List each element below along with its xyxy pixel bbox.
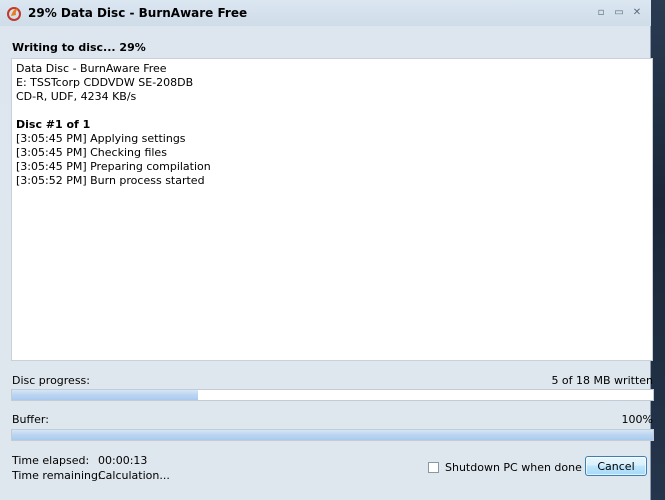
- log-panel[interactable]: Data Disc - BurnAware Free E: TSSTcorp C…: [11, 58, 653, 361]
- log-line-disc-heading: Disc #1 of 1: [16, 118, 91, 131]
- restore-icon[interactable]: ▭: [613, 7, 625, 18]
- disc-progress-bar: [11, 389, 654, 401]
- burn-progress-window: 29% Data Disc - BurnAware Free ▫ ▭ ✕ Wri…: [0, 0, 654, 500]
- shutdown-option[interactable]: Shutdown PC when done: [428, 461, 582, 474]
- log-line: E: TSSTcorp CDDVDW SE-208DB: [16, 76, 194, 89]
- buffer-percent: 100%: [621, 413, 653, 426]
- log-line: [3:05:45 PM] Checking files: [16, 146, 167, 159]
- close-icon[interactable]: ✕: [631, 7, 643, 18]
- disc-progress-fill: [12, 390, 198, 400]
- burnaware-flame-icon: [6, 5, 22, 21]
- buffer-progress-bar: [11, 429, 654, 441]
- buffer-label: Buffer:: [12, 413, 49, 426]
- disc-progress-label: Disc progress:: [12, 374, 90, 387]
- time-remaining-label: Time remaining:: [12, 469, 102, 482]
- log-line: [3:05:45 PM] Preparing compilation: [16, 160, 211, 173]
- log-line: [3:05:52 PM] Burn process started: [16, 174, 205, 187]
- cancel-button[interactable]: Cancel: [585, 456, 647, 476]
- time-remaining-value: Calculation...: [98, 469, 170, 482]
- status-heading: Writing to disc... 29%: [12, 41, 146, 54]
- shutdown-checkbox[interactable]: [428, 462, 439, 473]
- log-line: Data Disc - BurnAware Free: [16, 62, 167, 75]
- title-bar[interactable]: 29% Data Disc - BurnAware Free ▫ ▭ ✕: [0, 0, 651, 26]
- disc-progress-text: 5 of 18 MB written: [551, 374, 653, 387]
- time-elapsed-value: 00:00:13: [98, 454, 148, 467]
- window-title: 29% Data Disc - BurnAware Free: [28, 6, 248, 20]
- buffer-progress-fill: [12, 430, 653, 440]
- log-line: [3:05:45 PM] Applying settings: [16, 132, 186, 145]
- time-elapsed-label: Time elapsed:: [12, 454, 90, 467]
- minimize-icon[interactable]: ▫: [595, 7, 607, 18]
- desktop-background: [651, 0, 665, 500]
- shutdown-label: Shutdown PC when done: [445, 461, 582, 474]
- log-line: CD-R, UDF, 4234 KB/s: [16, 90, 137, 103]
